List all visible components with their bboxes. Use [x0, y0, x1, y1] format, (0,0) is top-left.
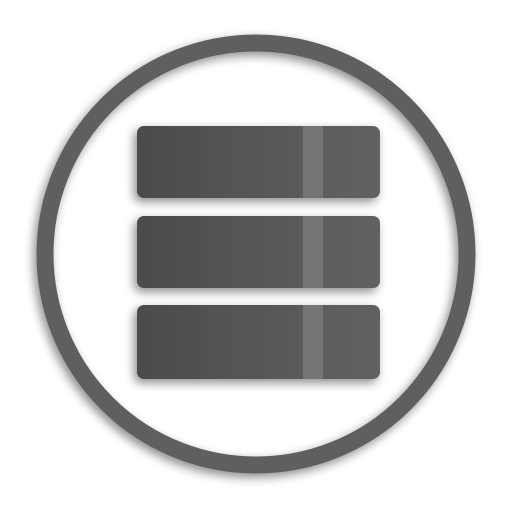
bar-middle-stripe [303, 216, 323, 288]
bar-bottom-stripe [303, 305, 323, 379]
bar-bottom [137, 305, 380, 379]
bar-top-stripe [303, 126, 323, 198]
bar-middle [137, 216, 380, 288]
icon-canvas [0, 0, 512, 512]
bar-stack [137, 126, 380, 379]
database-stack-icon [36, 34, 476, 474]
bar-top [137, 126, 380, 198]
